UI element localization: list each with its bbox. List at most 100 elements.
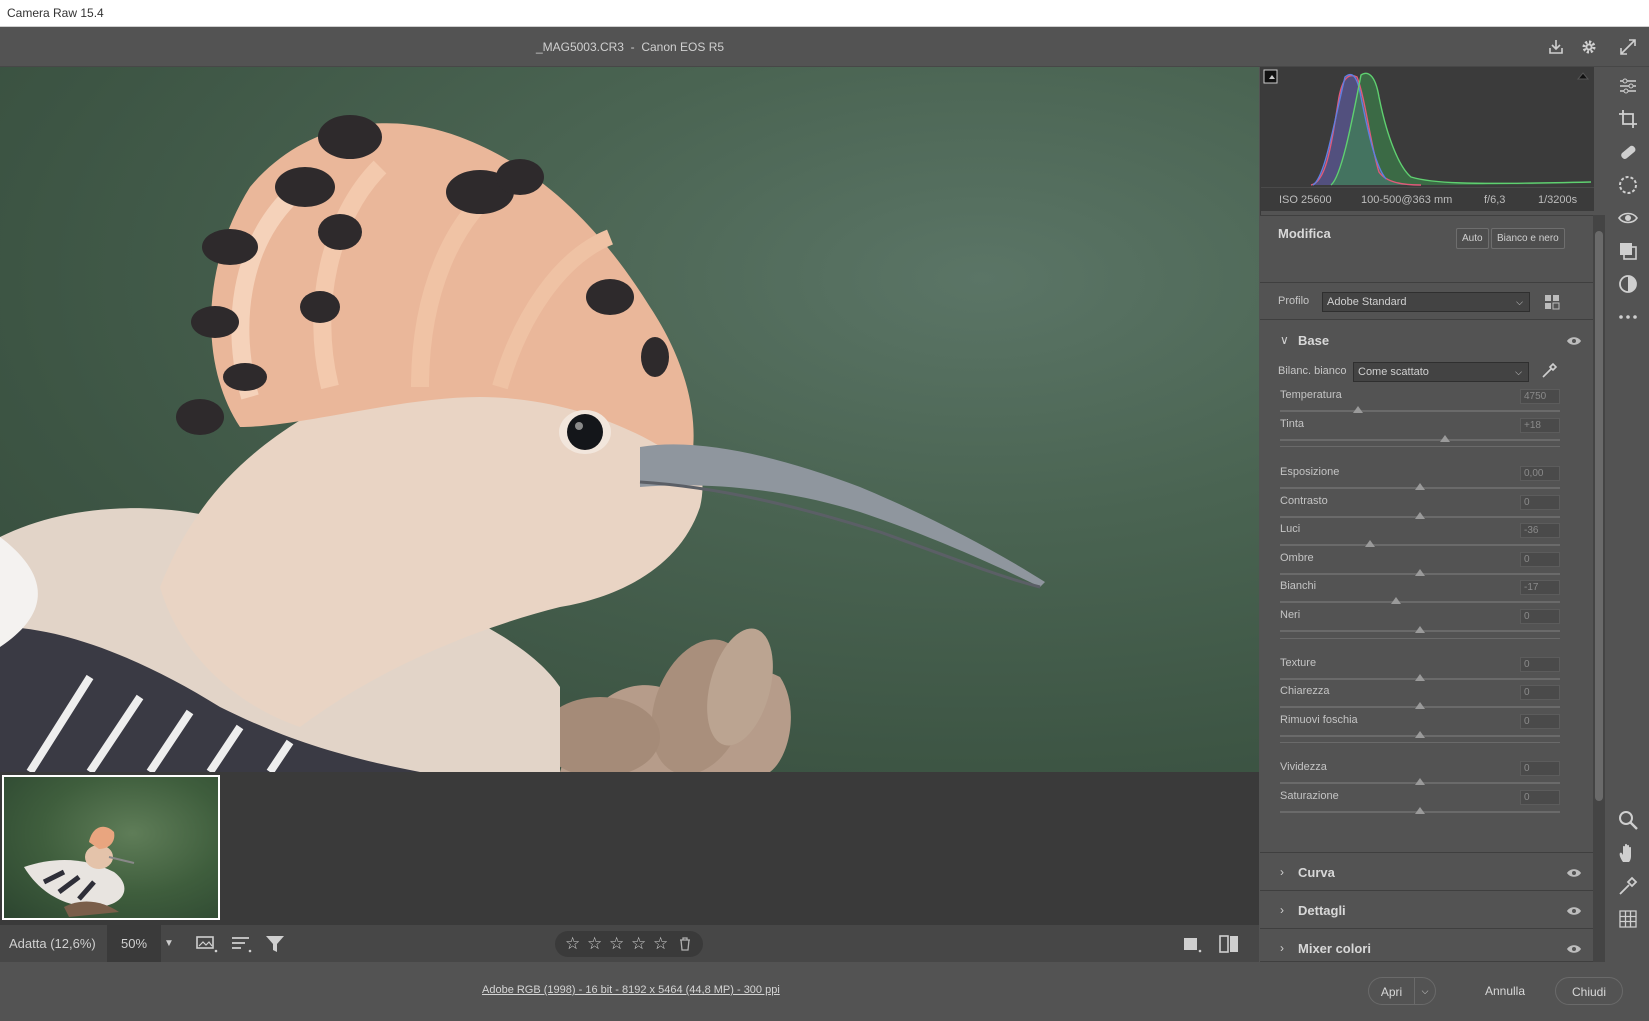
auto-button[interactable]: Auto — [1456, 228, 1489, 249]
star-4[interactable]: ☆ — [631, 934, 646, 954]
slider-tinta[interactable]: Tinta +18 — [1280, 418, 1560, 448]
slider-knob[interactable] — [1391, 597, 1402, 604]
slider-texture[interactable]: Texture 0 — [1280, 657, 1560, 687]
filter-icon[interactable] — [263, 933, 287, 955]
chevron-down-icon[interactable]: ∨ — [1280, 333, 1289, 347]
star-2[interactable]: ☆ — [587, 934, 602, 954]
slider-value-field[interactable]: 0 — [1520, 714, 1560, 729]
slider-chiarezza[interactable]: Chiarezza 0 — [1280, 685, 1560, 715]
dettagli-section[interactable]: › Dettagli — [1260, 891, 1593, 929]
trash-icon[interactable] — [678, 937, 692, 951]
slider-value-field[interactable]: 0,00 — [1520, 466, 1560, 481]
slider-knob[interactable] — [1415, 483, 1425, 490]
slider-value-field[interactable]: -36 — [1520, 523, 1560, 538]
slider-temperatura[interactable]: Temperatura 4750 — [1280, 389, 1560, 419]
panel-scrollbar[interactable] — [1593, 215, 1605, 962]
edit-sliders-icon[interactable] — [1617, 75, 1639, 97]
chevron-right-icon[interactable]: › — [1280, 941, 1284, 955]
grid-icon[interactable] — [1617, 908, 1639, 930]
filmstrip-view-icon[interactable] — [195, 933, 219, 955]
slider-knob[interactable] — [1364, 540, 1375, 547]
slider-knob[interactable] — [1415, 702, 1425, 709]
slider-contrasto[interactable]: Contrasto 0 — [1280, 495, 1560, 525]
slider-ombre[interactable]: Ombre 0 — [1280, 552, 1560, 582]
slider-track[interactable] — [1280, 544, 1560, 546]
slider-knob[interactable] — [1440, 435, 1451, 442]
highlight-clip-icon[interactable] — [1576, 72, 1590, 80]
curva-title[interactable]: Curva — [1298, 865, 1335, 880]
mixer-title[interactable]: Mixer colori — [1298, 941, 1371, 956]
star-1[interactable]: ☆ — [565, 934, 580, 954]
chevron-right-icon[interactable]: › — [1280, 903, 1284, 917]
slider-neri[interactable]: Neri 0 — [1280, 609, 1560, 639]
more-icon[interactable] — [1617, 306, 1639, 328]
profile-select[interactable]: Adobe Standard ⌵ — [1322, 292, 1530, 312]
scrollbar-thumb[interactable] — [1595, 231, 1603, 801]
save-icon[interactable] — [1545, 36, 1567, 58]
slider-value-field[interactable]: 4750 — [1520, 389, 1560, 404]
base-title[interactable]: Base — [1298, 333, 1329, 348]
open-button[interactable]: Apri — [1368, 977, 1414, 1005]
dettagli-title[interactable]: Dettagli — [1298, 903, 1346, 918]
star-5[interactable]: ☆ — [653, 934, 668, 954]
close-button[interactable]: Chiudi — [1555, 977, 1623, 1005]
zoom-level-field[interactable]: 50% — [107, 925, 161, 963]
eye-icon[interactable] — [1566, 906, 1582, 916]
zoom-icon[interactable] — [1617, 809, 1639, 831]
eye-icon[interactable] — [1566, 868, 1582, 878]
slider-track[interactable] — [1280, 410, 1560, 412]
slider-value-field[interactable]: -17 — [1520, 580, 1560, 595]
slider-esposizione[interactable]: Esposizione 0,00 — [1280, 466, 1560, 496]
slider-value-field[interactable]: 0 — [1520, 552, 1560, 567]
slider-knob[interactable] — [1415, 731, 1425, 738]
filmstrip-thumbnail[interactable] — [2, 775, 220, 920]
gear-icon[interactable] — [1578, 36, 1600, 58]
slider-knob[interactable] — [1353, 406, 1364, 413]
star-3[interactable]: ☆ — [609, 934, 624, 954]
slider-knob[interactable] — [1415, 569, 1425, 576]
slider-value-field[interactable]: 0 — [1520, 685, 1560, 700]
curva-section[interactable]: › Curva — [1260, 853, 1593, 891]
wb-select[interactable]: Come scattato ⌵ — [1353, 362, 1529, 382]
presets-icon[interactable] — [1617, 240, 1639, 262]
zoom-fit-button[interactable]: Adatta (12,6%) — [0, 925, 107, 963]
slider-value-field[interactable]: 0 — [1520, 657, 1560, 672]
eye-icon[interactable] — [1566, 336, 1582, 346]
workflow-options-link[interactable]: Adobe RGB (1998) - 16 bit - 8192 x 5464 … — [482, 984, 780, 996]
slider-knob[interactable] — [1415, 807, 1425, 814]
slider-rimuovi-foschia[interactable]: Rimuovi foschia 0 — [1280, 714, 1560, 744]
eye-icon[interactable] — [1566, 944, 1582, 954]
slider-value-field[interactable]: 0 — [1520, 609, 1560, 624]
cancel-button[interactable]: Annulla — [1470, 977, 1540, 1005]
slider-value-field[interactable]: 0 — [1520, 790, 1560, 805]
star-rating[interactable]: ☆ ☆ ☆ ☆ ☆ — [555, 931, 703, 957]
eyedropper-icon[interactable] — [1540, 362, 1558, 380]
slider-saturazione[interactable]: Saturazione 0 — [1280, 790, 1560, 820]
image-canvas[interactable] — [0, 67, 1259, 772]
slider-value-field[interactable]: 0 — [1520, 761, 1560, 776]
bw-button[interactable]: Bianco e nero — [1491, 228, 1565, 249]
slider-track[interactable] — [1280, 601, 1560, 603]
slider-knob[interactable] — [1415, 512, 1425, 519]
single-view-icon[interactable] — [1180, 933, 1204, 955]
sort-icon[interactable] — [229, 933, 253, 955]
slider-knob[interactable] — [1415, 626, 1425, 633]
mask-icon[interactable] — [1617, 174, 1639, 196]
slider-value-field[interactable]: +18 — [1520, 418, 1560, 433]
slider-knob[interactable] — [1415, 674, 1425, 681]
color-sampler-icon[interactable] — [1617, 875, 1639, 897]
profile-browser-icon[interactable] — [1544, 294, 1560, 310]
slider-bianchi[interactable]: Bianchi -17 — [1280, 580, 1560, 610]
chevron-down-icon[interactable]: ▼ — [161, 925, 177, 963]
red-eye-icon[interactable] — [1617, 207, 1639, 229]
slider-value-field[interactable]: 0 — [1520, 495, 1560, 510]
slider-vividezza[interactable]: Vividezza 0 — [1280, 761, 1560, 791]
slider-track[interactable] — [1280, 439, 1560, 441]
slider-knob[interactable] — [1415, 778, 1425, 785]
chevron-right-icon[interactable]: › — [1280, 865, 1284, 879]
crop-icon[interactable] — [1617, 108, 1639, 130]
fullscreen-icon[interactable] — [1617, 36, 1639, 58]
hand-icon[interactable] — [1617, 842, 1639, 864]
snapshot-icon[interactable] — [1617, 273, 1639, 295]
mixer-section[interactable]: › Mixer colori — [1260, 929, 1593, 962]
